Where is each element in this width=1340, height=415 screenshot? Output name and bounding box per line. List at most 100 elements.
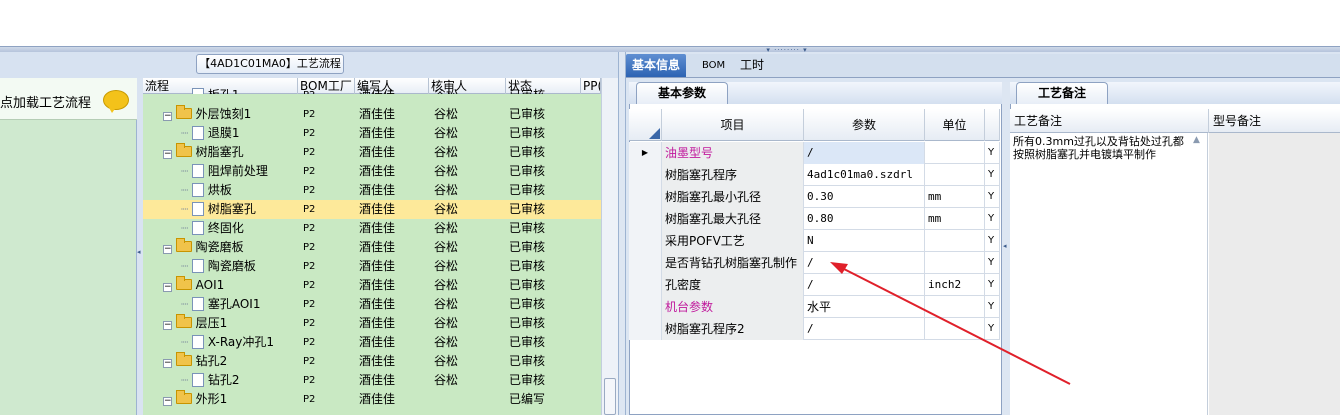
- scrollbar-thumb[interactable]: [604, 378, 616, 415]
- flow-row[interactable]: ┈ 烘板 P2 酒佳佳 谷松 已审核: [143, 181, 601, 200]
- collapse-icon[interactable]: −: [163, 359, 172, 368]
- tab-basic-params[interactable]: 基本参数: [636, 82, 728, 104]
- row-indicator[interactable]: [629, 318, 662, 340]
- cell-status: 已审核: [509, 221, 546, 235]
- cell-status: 已审核: [509, 107, 546, 121]
- tree-node[interactable]: ┈ X-Ray冲孔1: [181, 333, 274, 352]
- tab-bom[interactable]: BOM: [696, 54, 731, 77]
- tree-node[interactable]: − 层压1: [163, 314, 227, 333]
- collapse-icon[interactable]: −: [163, 245, 172, 254]
- row-indicator[interactable]: [629, 252, 662, 274]
- param-row[interactable]: 是否背钻孔树脂塞孔制作 / Y: [629, 252, 1000, 274]
- row-indicator[interactable]: [629, 186, 662, 208]
- tree-node[interactable]: ┈ 阻焊前处理: [181, 162, 268, 181]
- param-row[interactable]: ▶ 油墨型号 / Y: [629, 142, 1000, 164]
- param-row[interactable]: 孔密度 / inch2 Y: [629, 274, 1000, 296]
- row-pointer-icon[interactable]: ▶: [629, 142, 662, 164]
- flow-row[interactable]: ┈ 板孔1 P2 酒佳佳 谷松 已审核: [143, 86, 601, 94]
- param-value-input[interactable]: 4ad1c01ma0.szdrl: [804, 164, 925, 186]
- tree-node[interactable]: ┈ 终固化: [181, 219, 244, 238]
- col-header-item[interactable]: 项目: [662, 109, 804, 141]
- cell-writer: 酒佳佳: [359, 335, 396, 349]
- tree-connector: ┈: [181, 297, 193, 311]
- notes-splitter[interactable]: ◂: [1002, 82, 1010, 415]
- param-value-input[interactable]: 0.30: [804, 186, 925, 208]
- tab-work-hours[interactable]: 工时: [734, 54, 770, 77]
- tree-node[interactable]: − 外层蚀刻1: [163, 105, 251, 124]
- tree-node[interactable]: − 陶瓷磨板: [163, 238, 244, 257]
- col-header-unit[interactable]: 单位: [925, 109, 985, 141]
- param-flag: Y: [985, 274, 1000, 296]
- collapse-icon[interactable]: −: [163, 283, 172, 292]
- flow-row[interactable]: − 层压1 P2 酒佳佳 谷松 已审核: [143, 314, 601, 333]
- tree-node[interactable]: ┈ 板孔1: [181, 86, 240, 94]
- collapse-icon[interactable]: −: [163, 112, 172, 121]
- tree-node[interactable]: − AOI1: [163, 276, 224, 295]
- col-header-param[interactable]: 参数: [804, 109, 925, 141]
- tree-node[interactable]: ┈ 塞孔AOI1: [181, 295, 260, 314]
- tree-node[interactable]: − 外形1: [163, 390, 227, 409]
- process-notes-cell[interactable]: [1010, 133, 1208, 415]
- flow-row[interactable]: ┈ 终固化 P2 酒佳佳 谷松 已审核: [143, 219, 601, 238]
- flow-row[interactable]: − 树脂塞孔 P2 酒佳佳 谷松 已审核: [143, 143, 601, 162]
- flow-row[interactable]: − 陶瓷磨板 P2 酒佳佳 谷松 已审核: [143, 238, 601, 257]
- row-indicator[interactable]: [629, 164, 662, 186]
- param-value-input[interactable]: /: [804, 318, 925, 340]
- param-row[interactable]: 树脂塞孔最小孔径 0.30 mm Y: [629, 186, 1000, 208]
- scroll-up-icon[interactable]: ▲: [1193, 135, 1200, 145]
- collapse-icon[interactable]: −: [163, 150, 172, 159]
- flow-row[interactable]: − 钻孔2 P2 酒佳佳 谷松 已审核: [143, 352, 601, 371]
- param-row[interactable]: 树脂塞孔程序 4ad1c01ma0.szdrl Y: [629, 164, 1000, 186]
- row-indicator[interactable]: [629, 296, 662, 318]
- tree-node[interactable]: ┈ 烘板: [181, 181, 232, 200]
- flow-row[interactable]: ┈ 退膜1 P2 酒佳佳 谷松 已审核: [143, 124, 601, 143]
- col-header-model-notes[interactable]: 型号备注: [1209, 109, 1340, 133]
- row-indicator[interactable]: [629, 274, 662, 296]
- param-value-input[interactable]: 水平: [804, 296, 925, 318]
- collapse-icon[interactable]: −: [163, 321, 172, 330]
- main-vertical-splitter[interactable]: [618, 52, 626, 415]
- process-notes-text[interactable]: 所有0.3mm过孔以及背钻处过孔都按照树脂塞孔并电镀填平制作: [1013, 135, 1193, 161]
- row-indicator[interactable]: [629, 208, 662, 230]
- tree-node[interactable]: − 钻孔2: [163, 352, 227, 371]
- flow-row[interactable]: − 外层蚀刻1 P2 酒佳佳 谷松 已审核: [143, 105, 601, 124]
- tree-node[interactable]: − 树脂塞孔: [163, 143, 244, 162]
- model-notes-cell[interactable]: [1209, 133, 1340, 415]
- row-indicator[interactable]: [629, 230, 662, 252]
- param-value-input[interactable]: 0.80: [804, 208, 925, 230]
- param-flag: Y: [985, 186, 1000, 208]
- param-row[interactable]: 采用POFV工艺 N Y: [629, 230, 1000, 252]
- cell-reviewer: 谷松: [434, 86, 458, 94]
- param-value-input[interactable]: /: [804, 252, 925, 274]
- flow-row[interactable]: ┈ 塞孔AOI1 P2 酒佳佳 谷松 已审核: [143, 295, 601, 314]
- flow-grid-scrollbar[interactable]: [601, 78, 618, 415]
- param-value-input[interactable]: N: [804, 230, 925, 252]
- load-flow-label[interactable]: 点加载工艺流程: [0, 92, 91, 111]
- param-row[interactable]: 机台参数 水平 Y: [629, 296, 1000, 318]
- param-item: 油墨型号: [662, 142, 804, 164]
- param-row[interactable]: 树脂塞孔最大孔径 0.80 mm Y: [629, 208, 1000, 230]
- param-value-input[interactable]: /: [804, 274, 925, 296]
- flow-row[interactable]: ┈ X-Ray冲孔1 P2 酒佳佳 谷松 已审核: [143, 333, 601, 352]
- flow-row[interactable]: ┈ 陶瓷磨板 P2 酒佳佳 谷松 已审核: [143, 257, 601, 276]
- flow-row[interactable]: − 外形1 P2 酒佳佳 已编写: [143, 390, 601, 409]
- tab-process-notes[interactable]: 工艺备注: [1016, 82, 1108, 104]
- flow-row[interactable]: − AOI1 P2 酒佳佳 谷松 已审核: [143, 276, 601, 295]
- flow-row[interactable]: ┈ 阻焊前处理 P2 酒佳佳 谷松 已审核: [143, 162, 601, 181]
- flow-row[interactable]: ┈ 树脂塞孔 P2 酒佳佳 谷松 已审核: [143, 200, 601, 219]
- comment-bubble-icon[interactable]: [103, 90, 129, 113]
- cell-bom-factory: P2: [303, 109, 316, 120]
- tree-node[interactable]: ┈ 钻孔2: [181, 371, 240, 390]
- tree-node[interactable]: ┈ 树脂塞孔: [181, 200, 256, 219]
- param-flag: Y: [985, 252, 1000, 274]
- tree-node[interactable]: ┈ 陶瓷磨板: [181, 257, 256, 276]
- col-header-process-notes[interactable]: 工艺备注: [1010, 109, 1209, 133]
- param-value-input[interactable]: /: [804, 142, 925, 164]
- tab-basic-info[interactable]: 基本信息: [626, 54, 687, 77]
- param-row[interactable]: 树脂塞孔程序2/ Y: [629, 318, 1000, 340]
- tree-node[interactable]: ┈ 退膜1: [181, 124, 240, 143]
- flow-row[interactable]: ┈ 钻孔2 P2 酒佳佳 谷松 已审核: [143, 371, 601, 390]
- cell-reviewer: 谷松: [434, 373, 459, 387]
- param-item: 树脂塞孔最小孔径: [662, 186, 804, 208]
- collapse-icon[interactable]: −: [163, 397, 172, 406]
